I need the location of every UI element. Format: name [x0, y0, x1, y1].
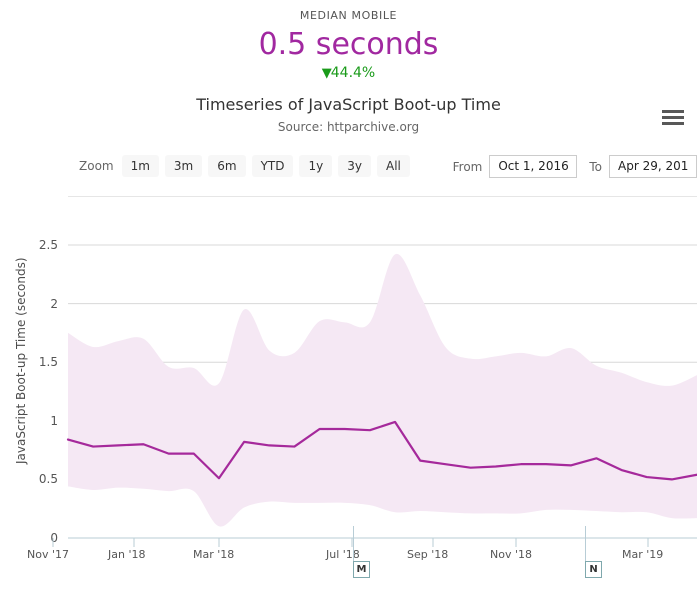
from-label: From	[452, 159, 483, 174]
chart-title: Timeseries of JavaScript Boot-up Time	[196, 95, 501, 114]
chart-svg	[52, 244, 697, 547]
zoom-button-ytd[interactable]: YTD	[251, 155, 294, 177]
x-axis-tick-label: Nov '18	[490, 548, 532, 561]
to-label: To	[589, 159, 602, 174]
zoom-button-all[interactable]: All	[376, 155, 410, 177]
x-axis-tick-label: Sep '18	[407, 548, 449, 561]
zoom-button-3y[interactable]: 3y	[338, 155, 371, 177]
hamburger-bar	[662, 116, 684, 119]
flag-stem	[585, 526, 586, 561]
zoom-label: Zoom	[79, 159, 114, 173]
kpi-label: MEDIAN MOBILE	[299, 9, 398, 22]
kpi-delta-value: 44.4%	[330, 65, 376, 81]
x-axis-tick-label: Nov '17	[27, 548, 69, 561]
x-axis-tick-label: Jul '18	[326, 548, 360, 561]
kpi-value: 0.5 seconds	[258, 27, 439, 62]
hamburger-bar	[662, 122, 684, 125]
x-axis-tick-label: Mar '19	[622, 548, 664, 561]
zoom-button-1y[interactable]: 1y	[299, 155, 333, 177]
hamburger-menu-icon[interactable]	[662, 110, 684, 128]
hamburger-bar	[662, 110, 684, 113]
kpi-delta: ▼44.4%	[0, 64, 697, 83]
flag-stem	[353, 526, 354, 561]
range-selector: Zoom 1m 3m 6m YTD 1y 3y All From To	[0, 155, 697, 179]
zoom-button-1m[interactable]: 1m	[121, 155, 159, 177]
date-range-controls: From To	[453, 155, 697, 178]
chart-flag-n[interactable]: N	[585, 561, 602, 578]
from-date-input[interactable]	[489, 155, 578, 178]
uncertainty-band	[68, 253, 697, 527]
zoom-button-6m[interactable]: 6m	[208, 155, 246, 177]
to-date-input[interactable]	[609, 155, 697, 178]
chart-flag-m[interactable]: M	[353, 561, 370, 578]
x-axis-tick-label: Jan '18	[108, 548, 146, 561]
chart-subtitle: Source: httparchive.org	[277, 120, 420, 134]
down-triangle-icon: ▼	[321, 66, 332, 81]
x-axis-tick-marks	[52, 538, 649, 547]
x-axis-tick-label: Mar '18	[193, 548, 235, 561]
kpi-header: MEDIAN MOBILE 0.5 seconds ▼44.4%	[0, 0, 697, 83]
zoom-button-3m[interactable]: 3m	[164, 155, 203, 177]
chart-plot-area: JavaScript Boot-up Time (seconds) 0 0.5 1 1…	[0, 196, 697, 591]
zoom-controls: Zoom 1m 3m 6m YTD 1y 3y All	[79, 155, 416, 177]
